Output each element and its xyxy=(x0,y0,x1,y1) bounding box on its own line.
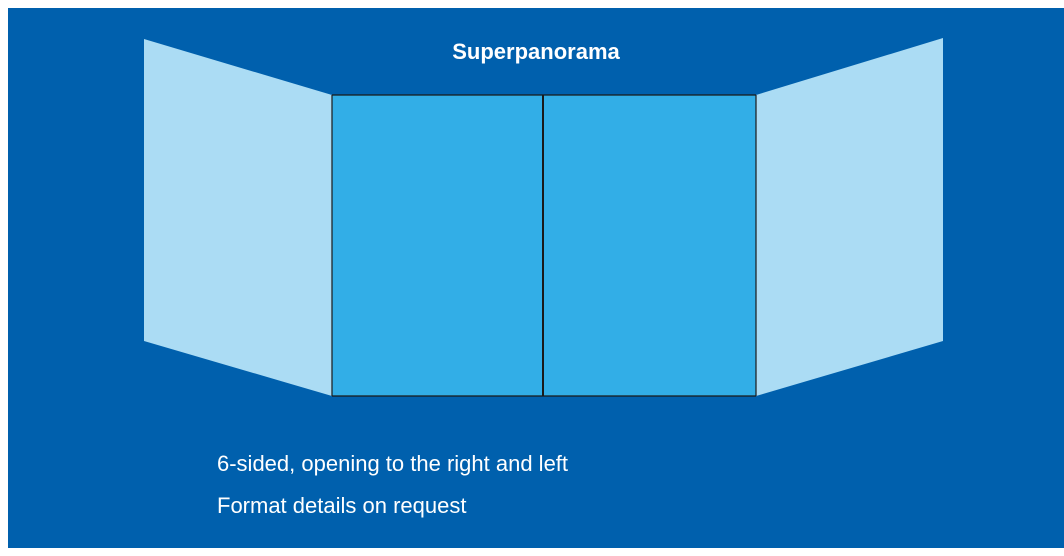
left-side-panel xyxy=(144,39,332,396)
diagram-title: Superpanorama xyxy=(452,39,620,64)
center-left-panel xyxy=(332,95,543,396)
caption-line-1: 6-sided, opening to the right and left xyxy=(217,451,569,476)
center-right-panel xyxy=(543,95,756,396)
caption-line-2: Format details on request xyxy=(217,493,467,518)
diagram-panel: Superpanorama 6-sided, opening to the ri… xyxy=(8,8,1064,548)
right-side-panel xyxy=(756,38,943,396)
